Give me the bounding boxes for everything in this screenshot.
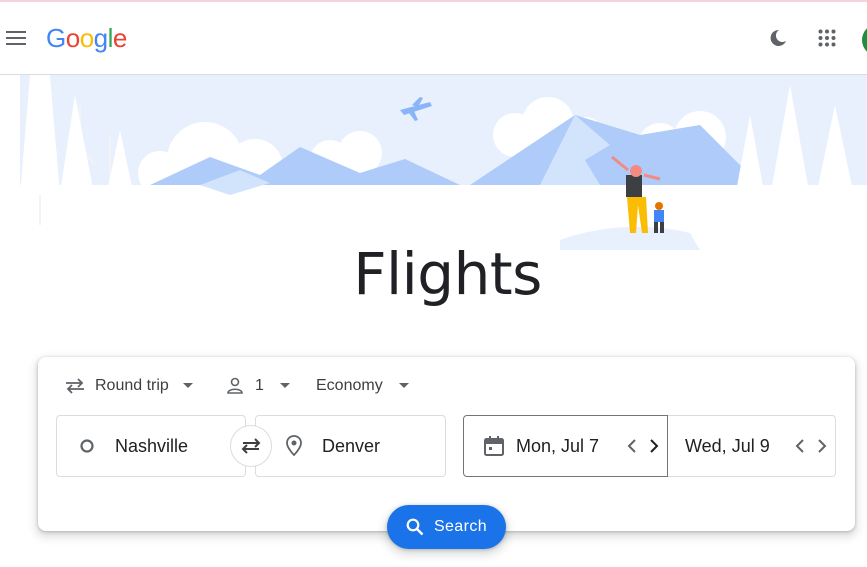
trip-type-dropdown[interactable]: Round trip bbox=[64, 374, 193, 398]
departure-next-day-button[interactable] bbox=[643, 431, 665, 461]
moon-icon bbox=[770, 29, 786, 46]
logo-letter: o bbox=[79, 23, 94, 53]
chevron-right-icon bbox=[650, 439, 659, 453]
departure-previous-day-button[interactable] bbox=[621, 431, 643, 461]
person-icon bbox=[227, 377, 243, 394]
return-previous-day-button[interactable] bbox=[789, 431, 811, 461]
cabin-class-dropdown[interactable]: Economy bbox=[316, 374, 409, 398]
swap-arrows-icon bbox=[241, 438, 261, 454]
circle-icon bbox=[80, 439, 94, 453]
main-menu-button[interactable] bbox=[2, 24, 30, 52]
google-apps-button[interactable] bbox=[813, 24, 841, 52]
origin-value: Nashville bbox=[115, 435, 189, 456]
hero-illustration bbox=[0, 75, 867, 260]
cabin-class-value: Economy bbox=[316, 377, 383, 394]
page-title: Flights bbox=[353, 240, 542, 308]
dropdown-arrow-icon bbox=[279, 383, 290, 388]
swap-arrows-icon bbox=[66, 378, 84, 394]
hamburger-menu-icon bbox=[6, 31, 26, 45]
location-pin-icon bbox=[286, 435, 302, 457]
apps-grid-icon bbox=[818, 29, 836, 47]
search-button-label: Search bbox=[433, 518, 488, 535]
trip-type-value: Round trip bbox=[95, 377, 169, 394]
dropdown-arrow-icon bbox=[182, 383, 193, 388]
logo-letter: e bbox=[112, 23, 127, 53]
chevron-right-icon bbox=[818, 439, 827, 453]
search-icon bbox=[406, 518, 424, 536]
search-button[interactable]: Search bbox=[387, 505, 506, 549]
logo-letter: g bbox=[93, 23, 108, 53]
dark-theme-button[interactable] bbox=[764, 24, 792, 52]
origin-field[interactable]: Nashville bbox=[56, 415, 246, 477]
google-logo[interactable]: Google bbox=[46, 22, 127, 54]
destination-value: Denver bbox=[322, 435, 381, 456]
return-date-value: Wed, Jul 9 bbox=[685, 435, 770, 456]
passengers-dropdown[interactable]: 1 bbox=[226, 374, 290, 398]
top-bar: Google bbox=[0, 2, 867, 75]
departure-date-value: Mon, Jul 7 bbox=[516, 435, 600, 456]
chevron-left-icon bbox=[795, 439, 804, 453]
passengers-count: 1 bbox=[255, 377, 264, 394]
account-avatar[interactable] bbox=[862, 24, 867, 56]
calendar-icon bbox=[484, 436, 504, 456]
return-next-day-button[interactable] bbox=[811, 431, 833, 461]
swap-locations-button[interactable] bbox=[230, 425, 272, 467]
logo-letter: o bbox=[65, 23, 80, 53]
chevron-left-icon bbox=[627, 439, 636, 453]
mountains-illustration bbox=[0, 75, 867, 260]
destination-field[interactable]: Denver bbox=[255, 415, 446, 477]
flight-search-card: Round trip 1 Economy Nashville Denver Mo… bbox=[38, 357, 855, 549]
dropdown-arrow-icon bbox=[398, 383, 409, 388]
logo-letter: G bbox=[46, 23, 66, 53]
